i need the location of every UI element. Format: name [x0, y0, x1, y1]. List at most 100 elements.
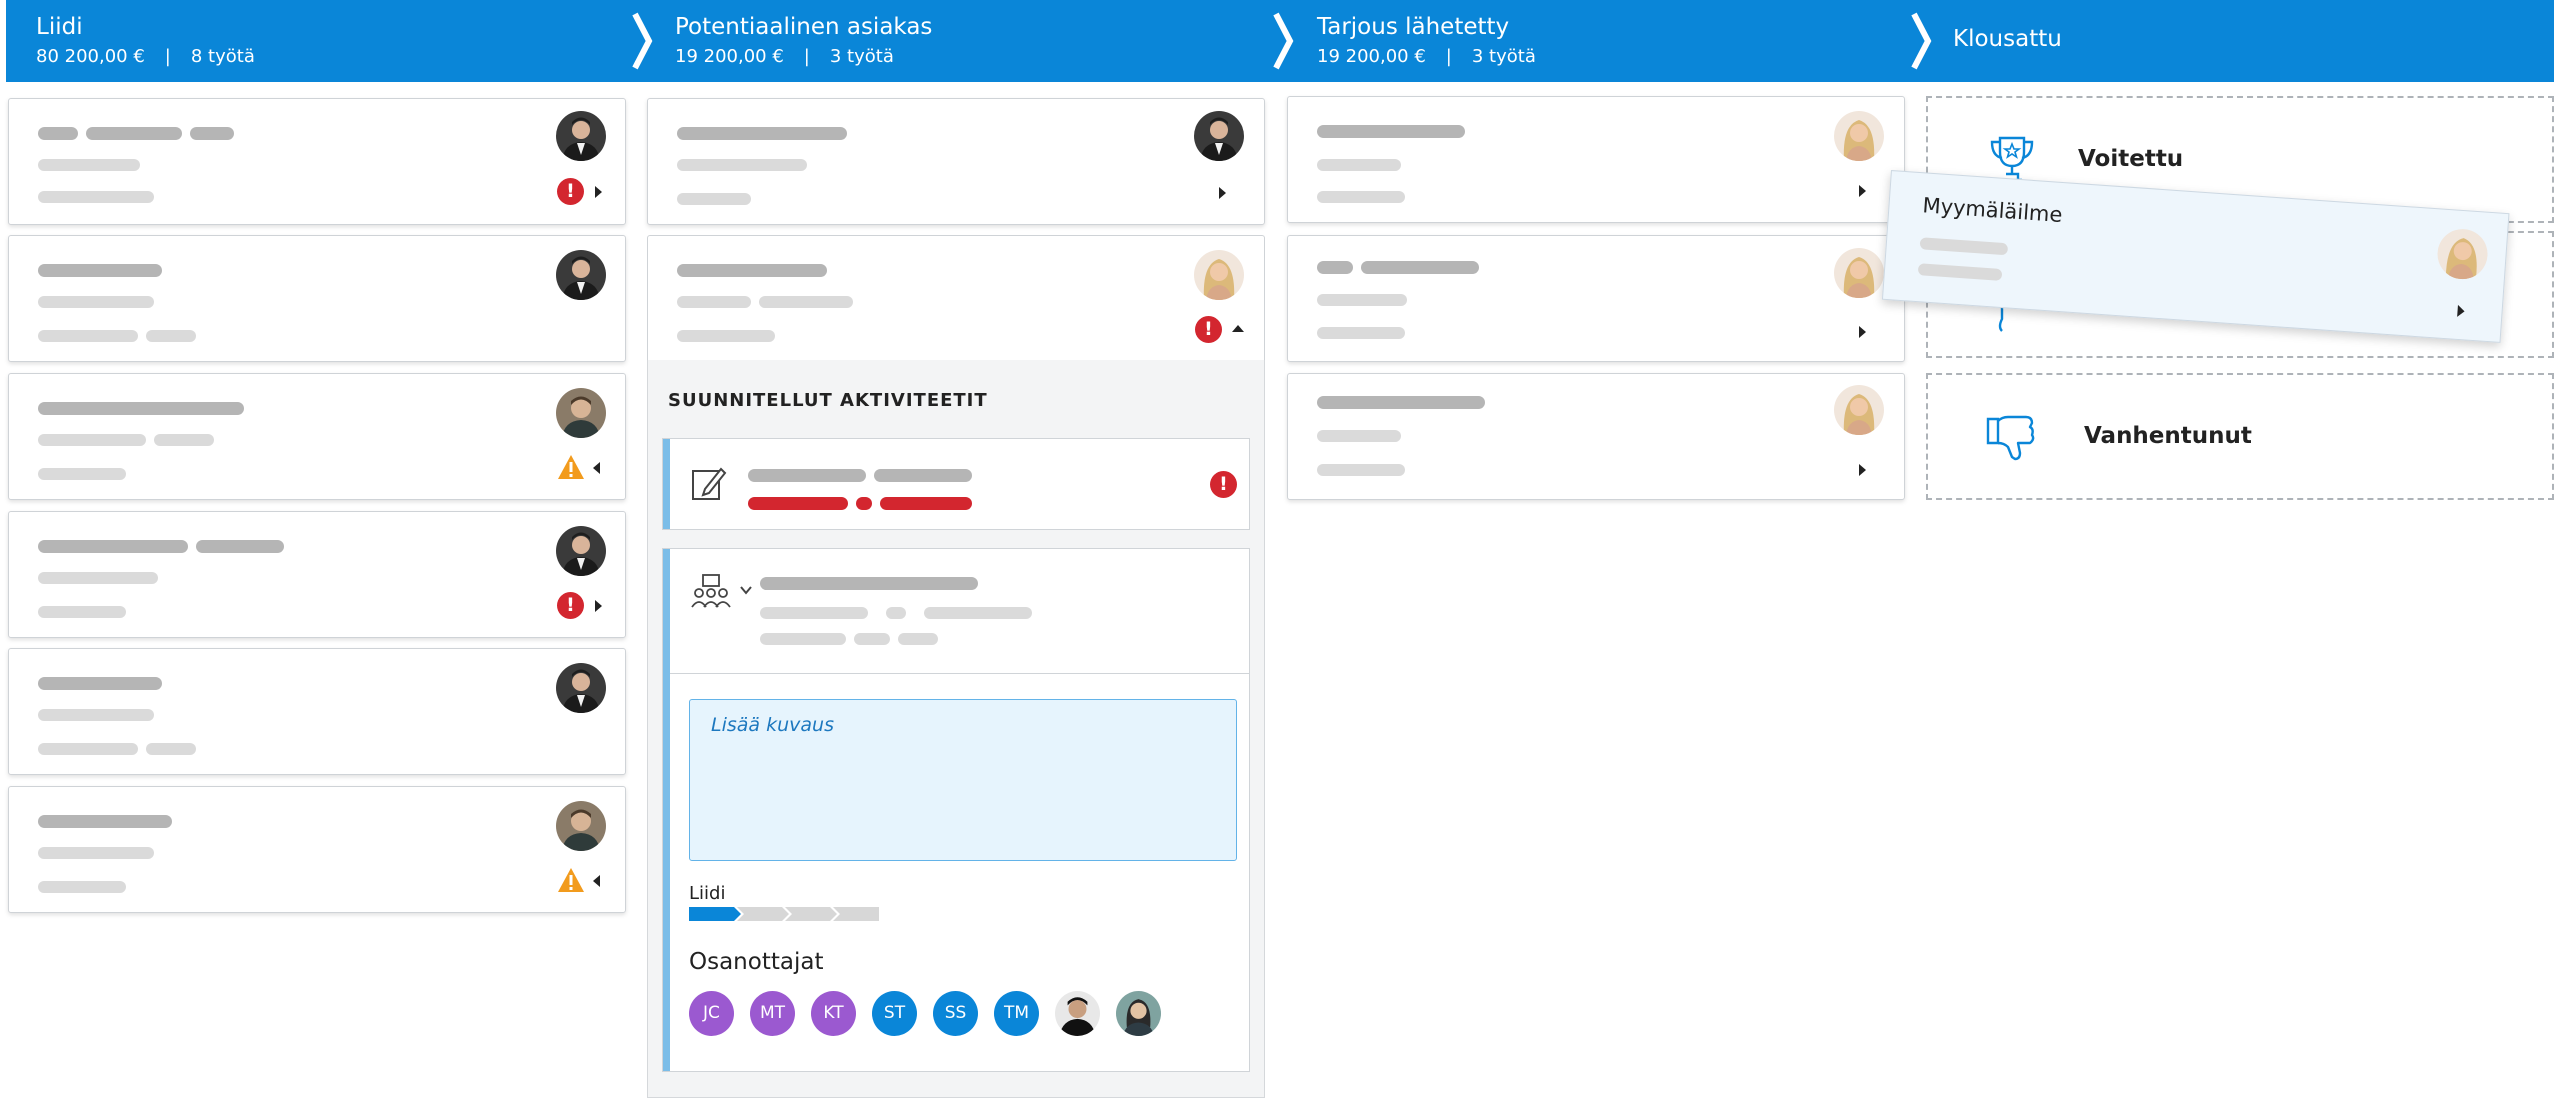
participant-avatar[interactable] — [1116, 991, 1161, 1036]
placeholder-line — [874, 469, 972, 482]
deal-card[interactable] — [1287, 373, 1905, 500]
placeholder-line — [677, 264, 827, 277]
placeholder-line — [1317, 159, 1401, 171]
participant-avatar[interactable]: ST — [872, 991, 917, 1036]
expand-arrow-icon[interactable] — [1859, 185, 1866, 197]
avatar[interactable] — [556, 526, 606, 576]
deal-card[interactable] — [8, 786, 626, 913]
placeholder-line — [146, 330, 196, 342]
stage-title: Klousattu — [1953, 26, 2062, 52]
avatar[interactable] — [556, 663, 606, 713]
deal-card[interactable] — [8, 648, 626, 775]
placeholder-line — [760, 607, 868, 619]
placeholder-line — [1317, 430, 1401, 442]
placeholder-line — [38, 743, 138, 755]
placeholder-line-alert — [880, 497, 972, 510]
expand-arrow-icon[interactable] — [595, 600, 602, 612]
stage-header-potentiaalinen[interactable]: Potentiaalinen asiakas 19 200,00 € | 3 t… — [675, 14, 932, 96]
stage-separator: | — [164, 46, 171, 67]
stage-header-liidi[interactable]: Liidi 80 200,00 € | 8 työtä — [36, 14, 255, 96]
expand-arrow-icon[interactable] — [595, 186, 602, 198]
deal-card-expanded[interactable]: ! — [647, 235, 1265, 362]
drop-zone-expired[interactable]: Vanhentunut — [1926, 373, 2554, 500]
placeholder-line — [146, 743, 196, 755]
placeholder-line — [38, 434, 146, 446]
placeholder-line — [38, 296, 154, 308]
placeholder-line — [1317, 396, 1485, 409]
placeholder-line — [38, 540, 188, 553]
placeholder-line — [1917, 263, 2003, 281]
alert-icon: ! — [557, 592, 584, 619]
placeholder-line — [154, 434, 214, 446]
placeholder-line — [677, 159, 807, 171]
deal-card[interactable] — [8, 373, 626, 500]
placeholder-line — [38, 330, 138, 342]
stage-title: Liidi — [36, 14, 83, 40]
chevron-down-icon[interactable] — [739, 585, 753, 595]
avatar[interactable] — [1834, 385, 1884, 435]
placeholder-line — [1361, 261, 1479, 274]
avatar[interactable] — [1194, 111, 1244, 161]
deal-card[interactable] — [1287, 96, 1905, 223]
placeholder-line — [190, 127, 234, 140]
placeholder-line — [924, 607, 1032, 619]
placeholder-line — [38, 127, 78, 140]
avatar[interactable] — [1834, 111, 1884, 161]
expand-arrow-icon[interactable] — [1859, 326, 1866, 338]
expand-arrow-icon[interactable] — [1859, 464, 1866, 476]
participant-avatar[interactable]: TM — [994, 991, 1039, 1036]
collapse-arrow-icon[interactable] — [593, 462, 600, 474]
deal-card[interactable]: ! — [8, 511, 626, 638]
placeholder-line-alert — [748, 497, 848, 510]
avatar[interactable] — [1194, 250, 1244, 300]
deal-card[interactable]: ! — [8, 98, 626, 225]
participant-avatar[interactable]: JC — [689, 991, 734, 1036]
activity-item[interactable]: ! — [662, 438, 1250, 530]
placeholder-line — [38, 606, 126, 618]
participant-avatar[interactable] — [1055, 991, 1100, 1036]
alert-icon: ! — [557, 178, 584, 205]
stage-label: Liidi — [689, 883, 726, 904]
participant-avatar[interactable]: SS — [933, 991, 978, 1036]
avatar[interactable] — [556, 111, 606, 161]
placeholder-line — [1317, 125, 1465, 138]
deal-title: Myymäläilme — [1921, 193, 2064, 228]
stage-title: Tarjous lähetetty — [1317, 14, 1510, 40]
warning-icon — [558, 868, 584, 892]
placeholder-line — [760, 577, 978, 590]
collapse-arrow-icon[interactable] — [593, 875, 600, 887]
expand-arrow-icon[interactable] — [1219, 187, 1226, 199]
avatar[interactable] — [556, 250, 606, 300]
activity-item-expanded[interactable]: Lisää kuvaus Liidi Osanottajat JC MT KT … — [662, 548, 1250, 1072]
placeholder-line — [1317, 464, 1405, 476]
participant-avatar[interactable]: MT — [750, 991, 795, 1036]
participant-avatar[interactable]: KT — [811, 991, 856, 1036]
avatar[interactable] — [556, 801, 606, 851]
deal-card[interactable] — [8, 235, 626, 362]
expand-arrow-icon[interactable] — [2457, 304, 2465, 318]
deal-card[interactable] — [1287, 235, 1905, 362]
avatar[interactable] — [1834, 248, 1884, 298]
placeholder-line — [748, 469, 866, 482]
placeholder-line-alert — [856, 497, 872, 510]
expired-label: Vanhentunut — [2084, 423, 2252, 449]
avatar[interactable] — [556, 388, 606, 438]
placeholder-line — [38, 881, 126, 893]
stage-count: 8 työtä — [190, 46, 255, 67]
stage-separator: | — [803, 46, 810, 67]
thumbs-down-icon — [1986, 415, 2035, 461]
stage-amount: 80 200,00 € — [36, 46, 145, 67]
avatar[interactable] — [2435, 227, 2490, 281]
deal-card[interactable] — [647, 98, 1265, 225]
placeholder-line — [86, 127, 182, 140]
activity-panel: SUUNNITELLUT AKTIVITEETIT ! Lisää kuvaus… — [647, 360, 1265, 1098]
alert-icon: ! — [1195, 316, 1222, 343]
collapse-up-icon[interactable] — [1232, 325, 1244, 332]
placeholder-line — [677, 193, 751, 205]
description-placeholder: Lisää kuvaus — [711, 714, 834, 736]
placeholder-line — [898, 633, 938, 645]
description-field[interactable]: Lisää kuvaus — [689, 699, 1237, 861]
stage-separator: | — [1445, 46, 1452, 67]
placeholder-line — [1919, 237, 2009, 256]
stage-header-tarjous[interactable]: Tarjous lähetetty 19 200,00 € | 3 työtä — [1317, 14, 1536, 96]
